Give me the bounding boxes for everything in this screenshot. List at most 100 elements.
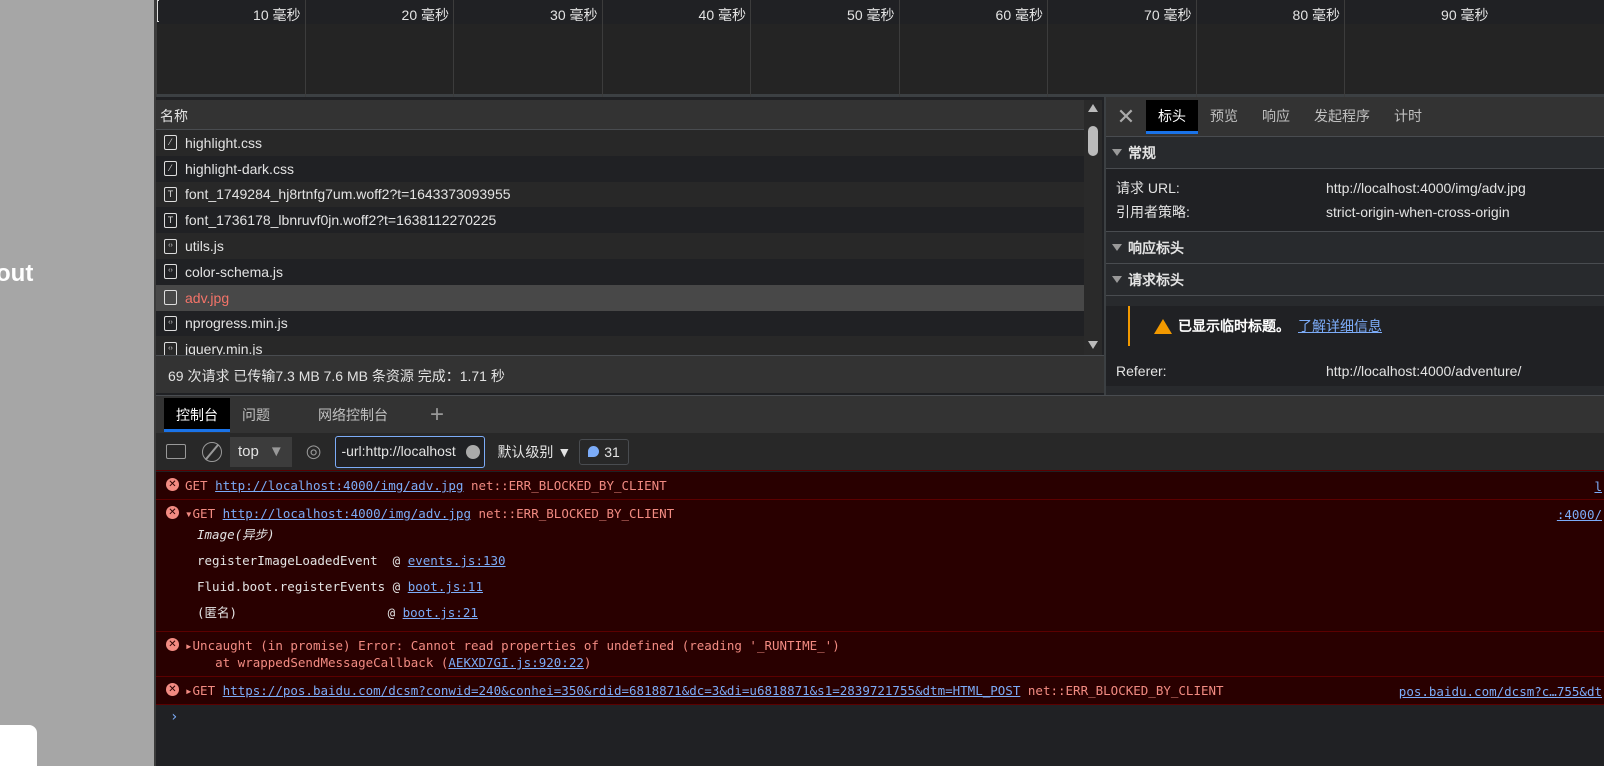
header-row: Referer: http://localhost:4000/adventure/	[1116, 363, 1522, 379]
section-response-headers[interactable]: 响应标头	[1106, 232, 1604, 264]
filter-input[interactable]: -url:http://localhost	[335, 435, 486, 468]
live-expression-eye-icon[interactable]: ◎	[306, 441, 322, 462]
sidebar-toggle-icon[interactable]	[166, 444, 186, 459]
expand-triangle-icon[interactable]: ▸	[185, 683, 193, 698]
detail-tab[interactable]: 标头	[1146, 99, 1198, 134]
request-row[interactable]: Tfont_1749284_hj8rtnfg7um.woff2?t=164337…	[156, 181, 1084, 208]
request-detail-panel: ✕ 标头 预览 响应 发起程序 计时 常规 请求 URL: http://localhos…	[1104, 97, 1604, 395]
timeline-tick: 20 毫秒	[304, 0, 454, 97]
page-heading-fragment: out	[0, 260, 34, 287]
stack-frame: Fluid.boot.registerEvents @ boot.js:11	[197, 579, 483, 594]
drawer-tab[interactable]: 控制台	[164, 397, 230, 432]
script-file-icon: ‹›	[164, 238, 177, 254]
source-link[interactable]: AEKXD7GI.js:920:22	[448, 655, 583, 670]
context-select[interactable]: top ▼	[230, 436, 292, 467]
script-file-icon: ‹›	[164, 315, 177, 331]
drawer-tabs: 控制台 问题 网络控制台 +	[156, 395, 1604, 433]
url-link[interactable]: https://pos.baidu.com/dcsm?conwid=240&co…	[223, 683, 1021, 698]
error-icon: ✕	[166, 478, 179, 491]
font-file-icon: T	[164, 212, 177, 228]
detail-tab[interactable]: 发起程序	[1302, 100, 1382, 134]
font-file-icon: T	[164, 186, 177, 202]
section-general[interactable]: 常规	[1106, 137, 1604, 169]
scroll-down-icon[interactable]	[1088, 341, 1098, 349]
drawer-tab[interactable]: 网络控制台	[282, 398, 400, 432]
image-file-icon	[164, 290, 177, 306]
request-row[interactable]: ⁄ highlight.css	[156, 130, 1084, 156]
stack-frame: (匿名) @ boot.js:21	[197, 605, 478, 620]
triangle-down-icon	[1112, 276, 1122, 283]
request-row[interactable]: ⁄ highlight-dark.css	[156, 155, 1084, 182]
clear-filter-icon[interactable]	[466, 444, 481, 459]
error-icon: ✕	[166, 683, 179, 696]
triangle-down-icon	[1112, 244, 1122, 251]
request-row[interactable]: ‹› utils.js	[156, 233, 1084, 259]
request-row[interactable]: adv.jpg	[156, 284, 1084, 311]
console-messages: ✕ GET http://localhost:4000/img/adv.jpg …	[156, 472, 1604, 766]
css-file-icon: ⁄	[164, 135, 177, 151]
triangle-down-icon	[1112, 149, 1122, 156]
timeline-tick: 70 毫秒	[1047, 0, 1196, 97]
column-header-name[interactable]: 名称	[156, 100, 1084, 130]
detail-tab[interactable]: 计时	[1382, 100, 1434, 134]
timeline-tick: 30 毫秒	[453, 0, 602, 97]
url-link[interactable]: http://localhost:4000/img/adv.jpg	[223, 506, 471, 521]
request-list-scrollbar[interactable]	[1084, 100, 1102, 355]
expand-triangle-icon[interactable]: ▾	[185, 506, 193, 521]
console-prompt[interactable]: ›	[156, 705, 1604, 729]
expand-triangle-icon[interactable]: ▸	[185, 638, 193, 653]
request-row[interactable]: ‹› nprogress.min.js	[156, 310, 1084, 337]
console-error: ✕ ▸GET https://pos.baidu.com/dcsm?conwid…	[156, 677, 1604, 705]
timeline-tick: 60 毫秒	[898, 0, 1048, 97]
script-file-icon: ‹›	[164, 341, 177, 355]
timeline-tick: 80 毫秒	[1195, 0, 1345, 97]
drawer-tab[interactable]: 问题	[230, 398, 282, 432]
console-error: ✕ ▾GET http://localhost:4000/img/adv.jpg…	[156, 500, 1604, 632]
learn-more-link[interactable]: 了解详细信息	[1298, 316, 1382, 336]
network-request-list: 名称 ⁄ highlight.css ⁄ highlight-dark.css Tfon…	[156, 100, 1084, 355]
stack-link[interactable]: boot.js:21	[403, 605, 478, 620]
error-icon: ✕	[166, 506, 179, 519]
timeline-tick: 50 毫秒	[750, 0, 899, 97]
request-row[interactable]: Tfont_1736178_lbnruvf0jn.woff2?t=1638112…	[156, 207, 1084, 234]
timeline-tick: 40 毫秒	[601, 0, 751, 97]
source-link[interactable]: l	[1594, 479, 1602, 494]
provisional-headers-warning: 已显示临时标题。 了解详细信息	[1128, 306, 1604, 346]
request-row[interactable]: ‹› color-schema.js	[156, 258, 1084, 285]
source-link[interactable]: :4000/	[1557, 507, 1602, 522]
script-file-icon: ‹›	[164, 264, 177, 280]
network-summary: 69 次请求 已传输7.3 MB 7.6 MB 条资源 完成：1.71 秒	[156, 355, 1104, 393]
header-row: 请求 URL: http://localhost:4000/img/adv.jpg	[1116, 180, 1526, 196]
console-error: ✕ ▸Uncaught (in promise) Error: Cannot r…	[156, 632, 1604, 677]
caret-down-icon: ▼	[268, 443, 284, 460]
css-file-icon: ⁄	[164, 161, 177, 177]
warning-icon	[1154, 318, 1172, 334]
stack-link[interactable]: boot.js:11	[408, 579, 483, 594]
log-level-select[interactable]: 默认级别 ▼	[497, 442, 571, 462]
request-row[interactable]: ‹› jquery.min.js	[156, 336, 1084, 355]
caret-down-icon: ▼	[557, 443, 572, 460]
console-toolbar: top ▼ ◎ -url:http://localhost 默认级别 ▼ 31	[156, 433, 1604, 471]
devtools: 10 毫秒 20 毫秒 30 毫秒 40 毫秒 50 毫秒 60 毫秒 70 毫秒 80 毫秒…	[154, 0, 1604, 766]
console-error: ✕ GET http://localhost:4000/img/adv.jpg …	[156, 472, 1604, 500]
stack-link[interactable]: events.js:130	[408, 553, 506, 568]
clear-console-icon[interactable]	[202, 441, 222, 462]
add-tab-button[interactable]: +	[400, 398, 456, 432]
section-request-headers[interactable]: 请求标头	[1106, 264, 1604, 296]
timeline-tick: 90 毫秒	[1344, 0, 1493, 97]
scroll-up-icon[interactable]	[1088, 104, 1098, 112]
close-icon[interactable]: ✕	[1106, 104, 1146, 130]
source-link[interactable]: pos.baidu.com/dcsm?c…755&dt	[1392, 684, 1602, 699]
page-card	[0, 725, 37, 766]
messages-badge[interactable]: 31	[579, 438, 629, 465]
error-icon: ✕	[166, 638, 179, 651]
detail-tab[interactable]: 预览	[1198, 100, 1250, 134]
header-row: 引用者策略: strict-origin-when-cross-origin	[1116, 204, 1510, 220]
stack-frame: registerImageLoadedEvent @ events.js:130	[197, 553, 506, 568]
message-icon	[588, 446, 600, 457]
detail-tab[interactable]: 响应	[1250, 100, 1302, 134]
url-link[interactable]: http://localhost:4000/img/adv.jpg	[215, 478, 463, 493]
network-timeline-overview[interactable]: 10 毫秒 20 毫秒 30 毫秒 40 毫秒 50 毫秒 60 毫秒 70 毫秒 80 毫秒…	[156, 0, 1604, 97]
timeline-tick: 10 毫秒	[156, 0, 305, 97]
scroll-thumb[interactable]	[1088, 126, 1098, 156]
